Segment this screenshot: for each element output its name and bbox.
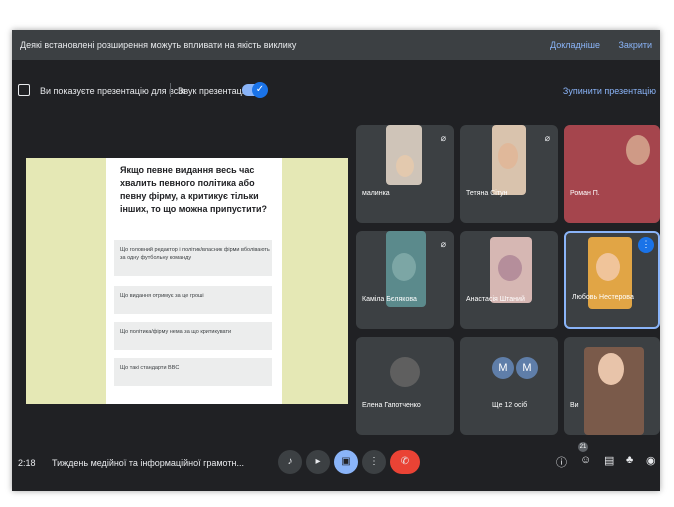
mic-off-icon: ⌀ bbox=[440, 133, 446, 143]
divider bbox=[170, 83, 171, 97]
close-notice-button[interactable]: Закрити bbox=[618, 40, 652, 50]
participant-tile[interactable]: Роман П. bbox=[564, 125, 660, 223]
host-controls-icon[interactable]: ◉ bbox=[646, 454, 656, 467]
face bbox=[596, 253, 620, 281]
learn-more-link[interactable]: Докладніше bbox=[550, 40, 600, 50]
meeting-title: Тиждень медійної та інформаційної грамот… bbox=[52, 458, 244, 468]
present-now-button[interactable]: ▣ bbox=[334, 450, 358, 474]
activities-icon[interactable]: ♣ bbox=[626, 454, 633, 466]
participant-count-badge: 21 bbox=[578, 442, 588, 452]
people-icon[interactable]: ☺ bbox=[580, 454, 591, 466]
more-participants-tile[interactable]: MM Ще 12 осіб bbox=[460, 337, 558, 435]
camera-button[interactable]: ▸ bbox=[306, 450, 330, 474]
answer-option: Що видання отримує за це гроші bbox=[114, 286, 272, 314]
presentation-status: Ви показуєте презентацію для всіх bbox=[40, 86, 185, 96]
participant-tile[interactable]: Елена Гапотченко bbox=[356, 337, 454, 435]
check-icon: ✓ bbox=[252, 82, 268, 98]
meet-window: Деякі встановлені розширення можуть впли… bbox=[12, 30, 660, 491]
face bbox=[598, 353, 624, 385]
participant-name: Тетяна Сітун bbox=[466, 190, 508, 197]
microphone-button[interactable]: ♪ bbox=[278, 450, 302, 474]
participant-avatars: MM bbox=[492, 357, 540, 379]
mic-off-icon: ⌀ bbox=[544, 133, 550, 143]
bottom-control-bar: 2:18 Тиждень медійної та інформаційної г… bbox=[12, 442, 660, 491]
notice-message: Деякі встановлені розширення можуть впли… bbox=[20, 40, 297, 50]
face bbox=[498, 255, 522, 281]
participant-tile[interactable]: ⋮ Любовь Нестерова bbox=[564, 231, 660, 329]
self-view-tile[interactable]: Ви bbox=[564, 337, 660, 435]
face bbox=[498, 143, 518, 169]
avatar bbox=[390, 357, 420, 387]
answer-option: Що політика/фірму нема за що критикувати bbox=[114, 322, 272, 350]
info-icon[interactable]: ⓘ bbox=[556, 454, 567, 470]
mic-off-icon: ⌀ bbox=[440, 239, 446, 249]
avatar: M bbox=[492, 357, 514, 379]
presentation-sound-toggle[interactable]: ✓ bbox=[242, 82, 268, 98]
face bbox=[392, 253, 416, 281]
answer-option: Що такі стандарти BBC bbox=[114, 358, 272, 386]
participant-name: Роман П. bbox=[570, 190, 600, 197]
end-call-button[interactable]: ✆ bbox=[390, 450, 420, 474]
slide-question: Якщо певне видання весь час хвалить певн… bbox=[120, 165, 268, 214]
present-screen-icon bbox=[18, 84, 30, 96]
avatar: M bbox=[516, 357, 538, 379]
participant-tile[interactable]: ⌀ малинка bbox=[356, 125, 454, 223]
face bbox=[396, 155, 414, 177]
presentation-view: Якщо певне видання весь час хвалить певн… bbox=[26, 158, 348, 404]
more-options-button[interactable]: ⋮ bbox=[362, 450, 386, 474]
presentation-bar: Ви показуєте презентацію для всіх Звук п… bbox=[12, 78, 660, 102]
meeting-time: 2:18 bbox=[18, 458, 36, 468]
participant-name: Анастасія Штаний bbox=[466, 296, 525, 303]
participant-name: Ви bbox=[570, 402, 579, 409]
stop-presentation-button[interactable]: Зупинити презентацію bbox=[563, 86, 656, 96]
presentation-sound-label: Звук презентації bbox=[178, 86, 247, 96]
participant-tile[interactable]: ⌀ Тетяна Сітун bbox=[460, 125, 558, 223]
participant-name: Любовь Нестерова bbox=[572, 294, 634, 301]
slide: Якщо певне видання весь час хвалить певн… bbox=[106, 158, 282, 404]
more-options-icon[interactable]: ⋮ bbox=[638, 237, 654, 253]
participant-name: Елена Гапотченко bbox=[362, 402, 421, 409]
participant-tile[interactable]: ⌀ Каміла Бєлякова bbox=[356, 231, 454, 329]
more-participants-label: Ще 12 осіб bbox=[492, 402, 528, 409]
chat-icon[interactable]: ▤ bbox=[604, 454, 614, 467]
participant-name: Каміла Бєлякова bbox=[362, 296, 417, 303]
participant-name: малинка bbox=[362, 190, 390, 197]
extension-notice-bar: Деякі встановлені розширення можуть впли… bbox=[12, 30, 660, 60]
face bbox=[626, 135, 650, 165]
answer-option: Що головний редактор і політик/власник ф… bbox=[114, 240, 272, 276]
participant-tile[interactable]: Анастасія Штаний bbox=[460, 231, 558, 329]
